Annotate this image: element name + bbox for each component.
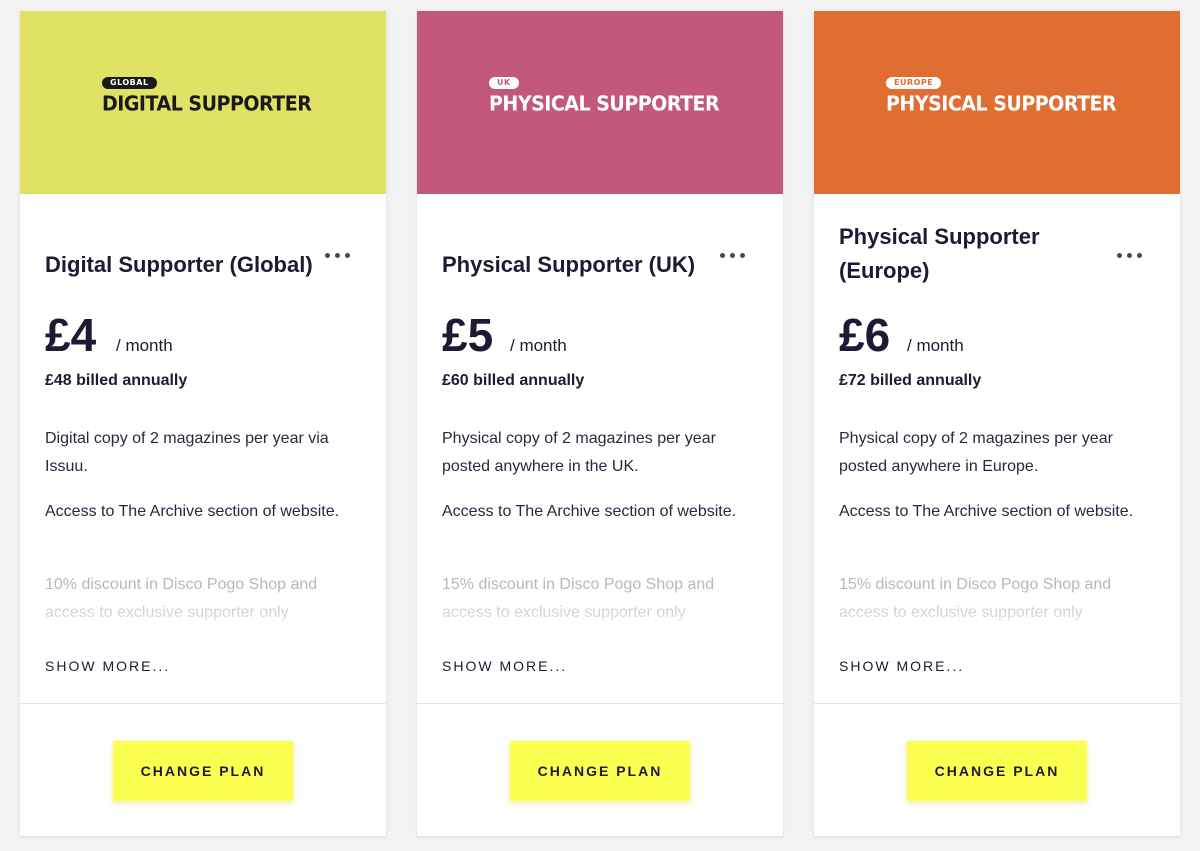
feature-item: Digital copy of 2 magazines per year via…	[45, 430, 329, 475]
region-badge: UK	[489, 77, 519, 89]
change-plan-button[interactable]: CHANGE PLAN	[907, 741, 1087, 801]
more-options-icon[interactable]	[322, 244, 356, 266]
feature-item-faded: 15% discount in Disco Pogo Shop and acce…	[442, 576, 715, 621]
plan-title: Digital Supporter (Global)	[45, 252, 313, 277]
plan-banner: GLOBAL DIGITAL SUPPORTER	[20, 11, 386, 194]
billed-annually: £72 billed annually	[839, 372, 982, 389]
plan-card-physical-uk: UK PHYSICAL SUPPORTER Physical Supporter…	[417, 11, 783, 836]
plan-title: Physical Supporter (Europe)	[839, 224, 1040, 283]
plan-price: £4	[45, 309, 97, 361]
feature-item-faded: 15% discount in Disco Pogo Shop and acce…	[839, 576, 1112, 621]
banner-title: PHYSICAL SUPPORTER	[886, 92, 1117, 116]
more-options-icon[interactable]	[717, 244, 751, 266]
plan-title: Physical Supporter (UK)	[442, 252, 696, 277]
plan-card-physical-europe: EUROPE PHYSICAL SUPPORTER Physical Suppo…	[814, 11, 1180, 836]
show-more-link[interactable]: SHOW MORE...	[45, 656, 170, 676]
plan-price: £5	[442, 309, 494, 361]
region-badge: EUROPE	[886, 77, 942, 89]
billed-annually: £60 billed annually	[442, 372, 585, 389]
divider	[20, 703, 386, 704]
banner-title: PHYSICAL SUPPORTER	[489, 92, 720, 116]
divider	[417, 703, 783, 704]
feature-item: Physical copy of 2 magazines per year po…	[442, 430, 716, 475]
feature-item: Physical copy of 2 magazines per year po…	[839, 430, 1113, 475]
billed-annually: £48 billed annually	[45, 372, 188, 389]
feature-item: Access to The Archive section of website…	[442, 503, 737, 520]
price-period: / month	[510, 336, 567, 355]
region-badge: GLOBAL	[102, 77, 157, 89]
plan-card-digital-global: GLOBAL DIGITAL SUPPORTER Digital Support…	[20, 11, 386, 836]
feature-item: Access to The Archive section of website…	[839, 503, 1134, 520]
more-options-icon[interactable]	[1114, 244, 1148, 266]
show-more-link[interactable]: SHOW MORE...	[839, 656, 964, 676]
price-period: / month	[907, 336, 964, 355]
plan-banner: EUROPE PHYSICAL SUPPORTER	[814, 11, 1180, 194]
divider	[814, 703, 1180, 704]
feature-item-faded: 10% discount in Disco Pogo Shop and acce…	[45, 576, 318, 621]
plan-banner: UK PHYSICAL SUPPORTER	[417, 11, 783, 194]
change-plan-button[interactable]: CHANGE PLAN	[113, 741, 293, 801]
feature-item: Access to The Archive section of website…	[45, 503, 340, 520]
show-more-link[interactable]: SHOW MORE...	[442, 656, 567, 676]
banner-title: DIGITAL SUPPORTER	[102, 92, 312, 116]
price-period: / month	[116, 336, 173, 355]
plan-price: £6	[839, 309, 891, 361]
change-plan-button[interactable]: CHANGE PLAN	[510, 741, 690, 801]
